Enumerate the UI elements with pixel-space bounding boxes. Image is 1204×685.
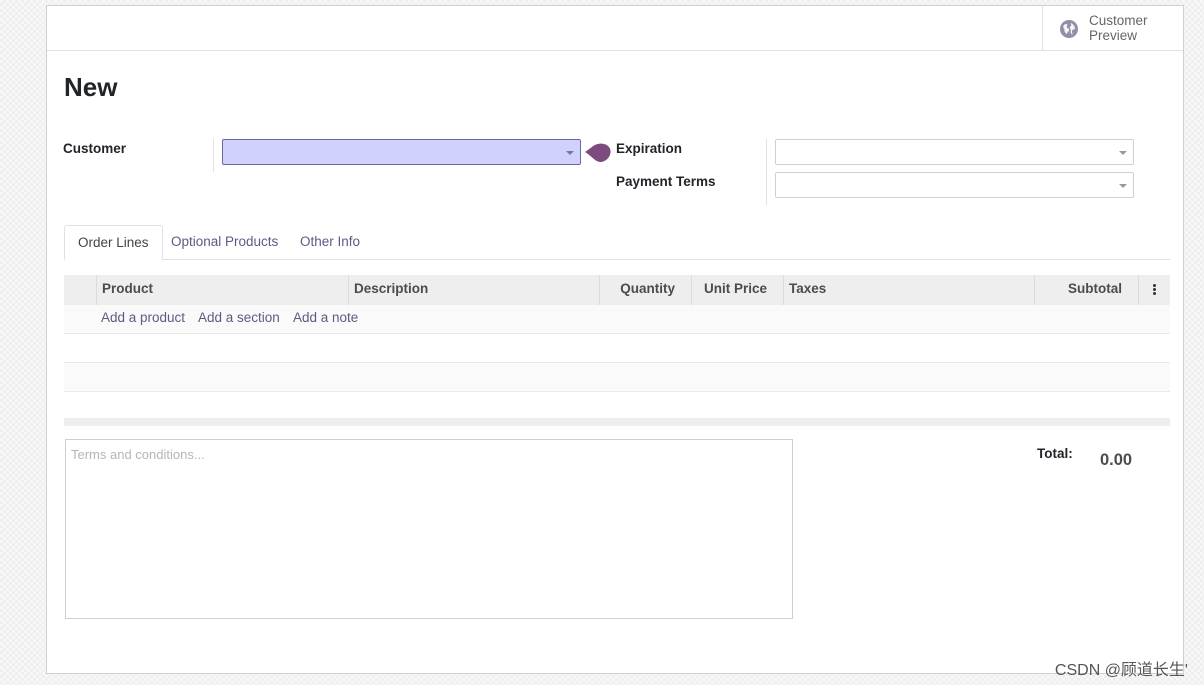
column-header-product[interactable]: Product [97, 275, 349, 305]
expiration-field[interactable] [775, 139, 1134, 165]
customer-label: Customer [63, 141, 127, 156]
customer-preview-label: Customer Preview [1089, 13, 1148, 43]
drag-marker-icon [585, 143, 611, 162]
caret-down-icon [566, 151, 574, 155]
customer-preview-button[interactable]: Customer Preview [1042, 6, 1183, 50]
payment-terms-label: Payment Terms [616, 174, 716, 189]
field-separator-right [766, 139, 767, 205]
page-title: New [64, 72, 118, 102]
customer-select[interactable] [222, 139, 581, 165]
handle-column-header [64, 275, 97, 305]
watermark: CSDN @顾道长生' [1054, 662, 1188, 679]
payment-terms-select[interactable] [775, 172, 1134, 198]
add-product-link[interactable]: Add a product [101, 310, 185, 325]
add-section-link[interactable]: Add a section [198, 310, 280, 325]
total-label: Total: [1037, 446, 1073, 461]
tab-order-lines[interactable]: Order Lines [64, 225, 163, 260]
table-footer [64, 418, 1170, 426]
table-row [64, 363, 1170, 392]
column-header-unit-price[interactable]: Unit Price [692, 275, 784, 305]
caret-down-icon [1119, 151, 1127, 155]
column-header-subtotal[interactable]: Subtotal [1035, 275, 1139, 305]
order-lines-table: Product Description Quantity Unit Price … [64, 275, 1170, 426]
expiration-label: Expiration [616, 141, 683, 156]
tab-other-info[interactable]: Other Info [287, 225, 373, 259]
column-header-quantity[interactable]: Quantity [600, 275, 692, 305]
kebab-menu-icon[interactable] [1139, 275, 1170, 305]
tab-optional-products[interactable]: Optional Products [158, 225, 291, 259]
globe-icon [1060, 20, 1078, 38]
field-separator [213, 139, 214, 172]
notebook-tabs: Order Lines Optional Products Other Info [64, 225, 1170, 260]
table-header: Product Description Quantity Unit Price … [64, 275, 1170, 305]
terms-textarea[interactable] [65, 439, 793, 619]
total-value: 0.00 [1100, 451, 1133, 469]
column-header-description[interactable]: Description [349, 275, 600, 305]
table-row: Add a product Add a section Add a note [64, 305, 1170, 334]
caret-down-icon [1119, 184, 1127, 188]
button-box: Customer Preview [47, 6, 1183, 51]
form-sheet: Customer Preview New Customer Expiration… [46, 5, 1184, 674]
table-row [64, 334, 1170, 363]
add-note-link[interactable]: Add a note [293, 310, 358, 325]
column-header-taxes[interactable]: Taxes [784, 275, 1035, 305]
